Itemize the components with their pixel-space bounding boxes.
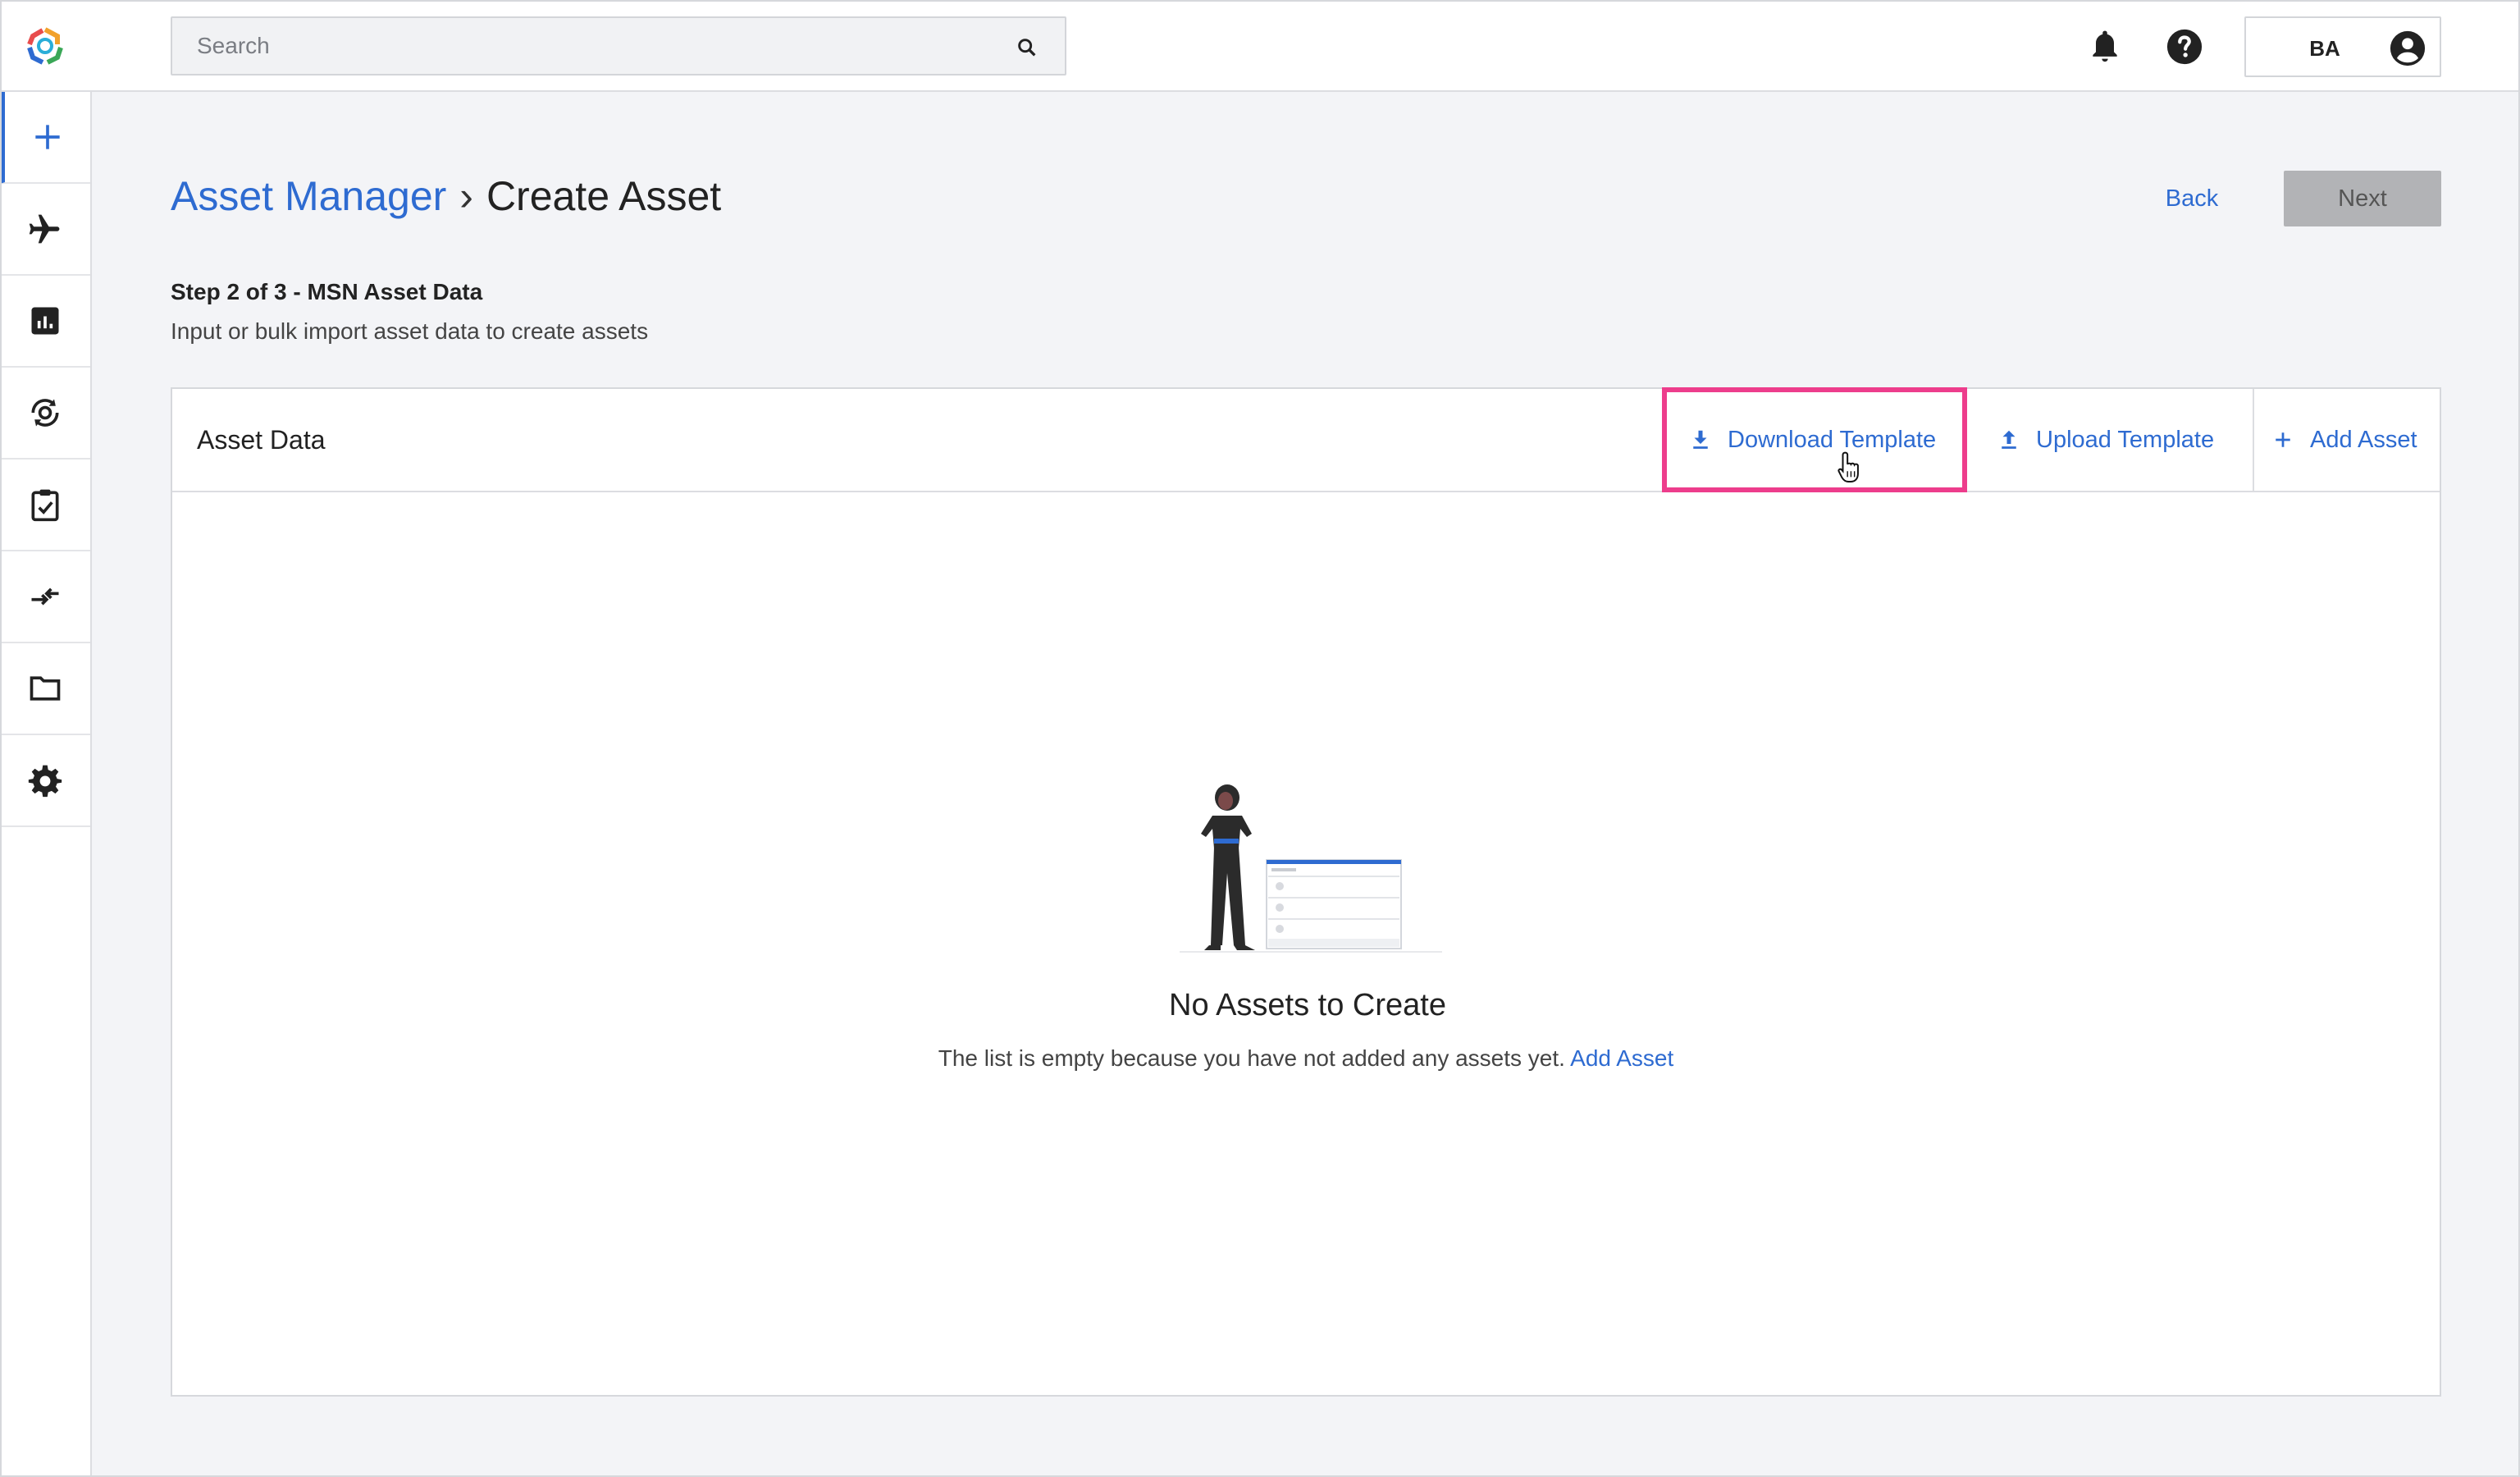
breadcrumb: Asset Manager › Create Asset [171, 169, 721, 223]
user-menu[interactable]: BA [2244, 16, 2441, 77]
breadcrumb-separator: › [459, 173, 473, 219]
hand-cursor-icon [1838, 451, 1859, 482]
help-icon[interactable] [2166, 28, 2203, 66]
card-header: Asset Data Download Template Upload Temp… [172, 387, 2440, 492]
add-asset-label: Add Asset [2310, 426, 2417, 453]
next-button[interactable]: Next [2284, 171, 2441, 226]
empty-state-title: No Assets to Create [1169, 988, 1446, 1022]
chart-icon [31, 307, 59, 335]
upload-icon [2002, 430, 2016, 449]
empty-state-illustration [1180, 784, 1442, 953]
sidebar-item-engines[interactable] [0, 368, 90, 460]
sidebar-item-reports[interactable] [0, 276, 90, 368]
search-icon[interactable] [1016, 36, 1039, 59]
account-circle-icon [2390, 30, 2426, 66]
app-logo-icon[interactable] [25, 26, 66, 66]
sidebar-item-tasks[interactable] [0, 460, 90, 551]
download-template-label: Download Template [1728, 426, 1937, 453]
sidebar-item-documents[interactable] [0, 643, 90, 735]
card-title: Asset Data [197, 425, 326, 455]
download-template-button[interactable]: Download Template [1662, 387, 1967, 492]
user-initials: BA [2309, 36, 2340, 61]
search-input[interactable] [172, 18, 1065, 74]
page-title: Create Asset [486, 173, 722, 219]
step-subtitle: Input or bulk import asset data to creat… [171, 318, 649, 344]
sidebar-item-settings[interactable] [0, 735, 90, 827]
airplane-icon [29, 214, 60, 244]
empty-state-add-asset-link[interactable]: Add Asset [1570, 1045, 1673, 1071]
folder-icon [30, 676, 61, 701]
engine-cycle-icon [31, 399, 59, 427]
header-divider [2253, 389, 2254, 491]
plus-icon [2276, 432, 2290, 447]
empty-state-text: The list is empty because you have not a… [172, 1045, 2440, 1072]
sidebar-item-aircraft[interactable] [0, 184, 90, 276]
add-asset-button[interactable]: Add Asset [2271, 389, 2435, 491]
plus-icon [35, 125, 60, 149]
bell-icon[interactable] [2087, 28, 2123, 64]
breadcrumb-asset-manager-link[interactable]: Asset Manager [171, 173, 446, 219]
download-icon [1693, 430, 1708, 449]
empty-state-message: The list is empty because you have not a… [938, 1045, 1565, 1071]
sidebar-item-create[interactable] [0, 92, 90, 184]
transfer-arrows-icon [31, 588, 59, 606]
search-bar [171, 16, 1066, 75]
upload-template-button[interactable]: Upload Template [1974, 389, 2253, 491]
gear-icon [28, 765, 62, 798]
back-button[interactable]: Back [2143, 171, 2241, 226]
sidebar-item-transfers[interactable] [0, 551, 90, 643]
clipboard-check-icon [31, 489, 59, 522]
sidebar [0, 92, 92, 1477]
top-bar: BA [0, 0, 2520, 92]
step-title: Step 2 of 3 - MSN Asset Data [171, 279, 483, 304]
upload-template-label: Upload Template [2036, 426, 2215, 453]
asset-data-card: Asset Data Download Template Upload Temp… [171, 387, 2441, 1397]
